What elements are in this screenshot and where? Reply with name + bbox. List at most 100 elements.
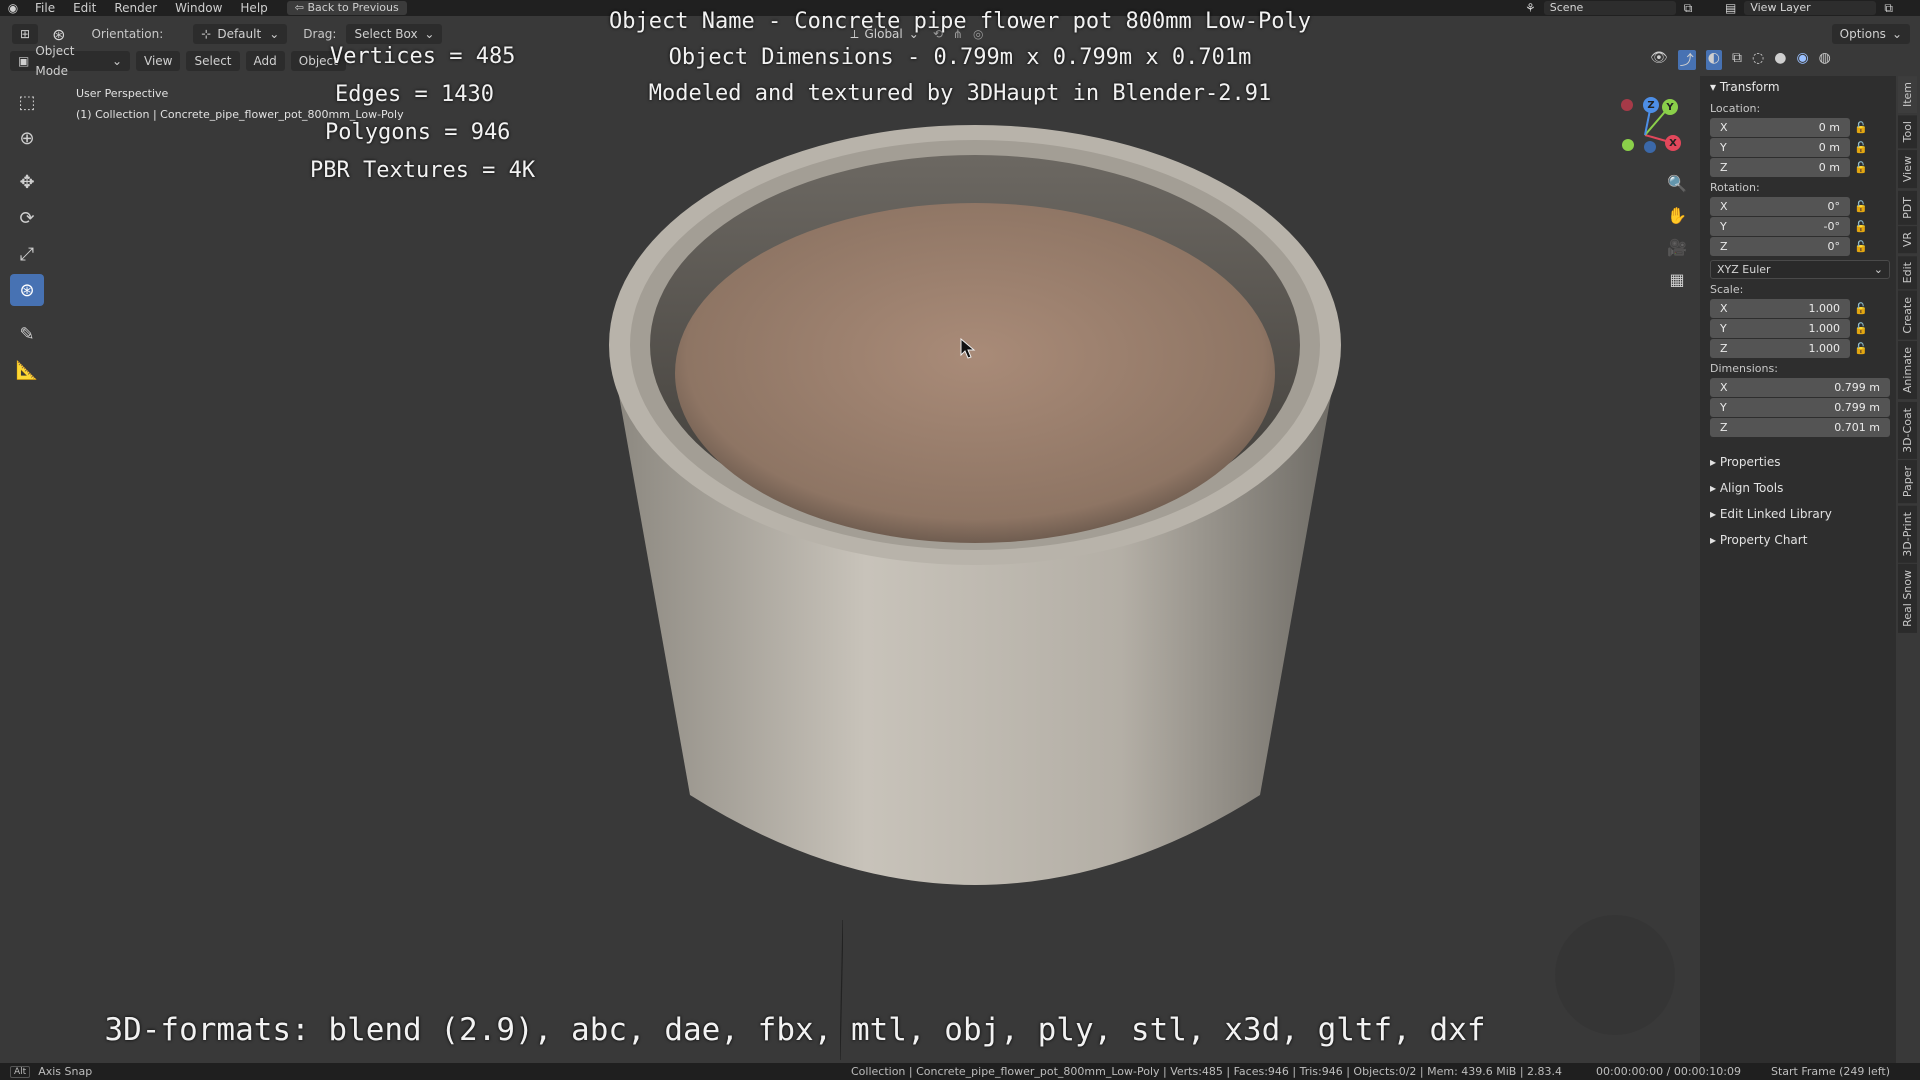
- start-frame-info: Start Frame (249 left): [1770, 1065, 1890, 1078]
- transform-panel-header[interactable]: ▾ Transform: [1700, 76, 1896, 98]
- tab-tool[interactable]: Tool: [1898, 115, 1917, 149]
- tab-3d-print[interactable]: 3D-Print: [1898, 505, 1917, 563]
- tab-animate[interactable]: Animate: [1898, 341, 1917, 400]
- gizmo-neg-y[interactable]: [1622, 139, 1634, 151]
- dimensions-x-field[interactable]: X 0.799 m: [1710, 377, 1890, 397]
- options-button[interactable]: Options ⌄: [1831, 24, 1910, 44]
- scale-z-field[interactable]: Z 1.000: [1710, 338, 1850, 358]
- editor-type-button[interactable]: ⊞: [12, 24, 39, 44]
- annotate-tool-icon[interactable]: ✎: [10, 318, 44, 350]
- vertices-stat: Vertices = 485: [330, 44, 516, 69]
- rotation-mode-dropdown[interactable]: XYZ Euler ⌄: [1710, 259, 1890, 279]
- xray-icon[interactable]: ⧉: [1732, 50, 1742, 70]
- scale-x-field[interactable]: X 1.000: [1710, 298, 1850, 318]
- align-tools-panel-header[interactable]: ▸ Align Tools: [1700, 475, 1896, 501]
- select-box-tool-icon[interactable]: ⬚: [10, 86, 44, 118]
- zoom-icon[interactable]: 🔍: [1664, 170, 1690, 196]
- gizmo-y-axis[interactable]: Y: [1662, 99, 1678, 115]
- tab-item[interactable]: Item: [1898, 76, 1917, 114]
- lock-icon[interactable]: 🔓: [1850, 302, 1872, 315]
- transform-tool-icon[interactable]: ⊛: [10, 274, 44, 306]
- dimensions-label: Dimensions:: [1710, 362, 1778, 375]
- mode-menu-row: ▣ Object Mode ⌄ View Select Add Object: [10, 44, 346, 78]
- edit-linked-library-panel-header[interactable]: ▸ Edit Linked Library: [1700, 501, 1896, 527]
- dimensions-x-row: X 0.799 m: [1710, 377, 1896, 397]
- menu-edit[interactable]: Edit: [64, 1, 105, 15]
- menu-select[interactable]: Select: [186, 51, 240, 71]
- scene-name-field[interactable]: Scene: [1543, 1, 1676, 15]
- viewport-shading-bar: 👁 ⤴ ◐ ⧉ ◌ ● ◉ ◍: [1650, 50, 1831, 70]
- lock-icon[interactable]: 🔓: [1850, 220, 1872, 233]
- lock-icon[interactable]: 🔓: [1850, 240, 1872, 253]
- lock-icon[interactable]: 🔓: [1850, 161, 1872, 174]
- visibility-icon[interactable]: 👁: [1650, 50, 1668, 70]
- lock-icon[interactable]: 🔓: [1850, 322, 1872, 335]
- menu-render[interactable]: Render: [105, 1, 166, 15]
- gizmo-z-axis[interactable]: Z: [1643, 97, 1659, 113]
- object-mode-icon: ▣: [18, 54, 30, 68]
- pan-hand-icon[interactable]: ✋: [1664, 202, 1690, 228]
- move-tool-icon[interactable]: ✥: [10, 166, 44, 198]
- cursor-tool-icon[interactable]: ⊕: [10, 122, 44, 154]
- lock-icon[interactable]: 🔓: [1850, 200, 1872, 213]
- tab-real-snow[interactable]: Real Snow: [1898, 564, 1917, 634]
- camera-view-icon[interactable]: 🎥: [1664, 234, 1690, 260]
- object-mode-dropdown[interactable]: ▣ Object Mode ⌄: [10, 44, 130, 78]
- lock-icon[interactable]: 🔓: [1850, 141, 1872, 154]
- dimensions-y-field[interactable]: Y 0.799 m: [1710, 397, 1890, 417]
- lock-icon[interactable]: 🔓: [1850, 121, 1872, 134]
- location-z-field[interactable]: Z0 m: [1710, 157, 1850, 177]
- tab-edit[interactable]: Edit: [1898, 255, 1917, 289]
- menu-view[interactable]: View: [136, 51, 181, 71]
- new-view-layer-icon[interactable]: ⧉: [1884, 1, 1893, 16]
- tab-vr[interactable]: VR: [1898, 226, 1917, 254]
- lock-icon[interactable]: 🔓: [1850, 342, 1872, 355]
- rotation-y-field[interactable]: Y -0°: [1710, 216, 1850, 236]
- menu-file[interactable]: File: [26, 1, 64, 15]
- ortho-grid-icon[interactable]: ▦: [1664, 266, 1690, 292]
- gizmo-toggle-icon[interactable]: ⤴: [1677, 50, 1696, 70]
- menu-window[interactable]: Window: [166, 1, 231, 15]
- wireframe-shading-icon[interactable]: ◌: [1752, 50, 1764, 70]
- material-shading-icon[interactable]: ◉: [1796, 50, 1808, 70]
- location-x-field[interactable]: X0 m: [1710, 117, 1850, 137]
- scale-label: Scale:: [1710, 283, 1744, 296]
- dimensions-z-field[interactable]: Z 0.701 m: [1710, 417, 1890, 437]
- new-scene-icon[interactable]: ⧉: [1684, 1, 1693, 16]
- rendered-shading-icon[interactable]: ◍: [1819, 50, 1831, 70]
- chevron-down-icon: ▾: [1710, 80, 1720, 94]
- navigation-gizmo[interactable]: X Y Z: [1605, 95, 1685, 175]
- scale-y-field[interactable]: Y 1.000: [1710, 318, 1850, 338]
- left-toolbar: ⬚ ⊕ ✥ ⟳ ⤢ ⊛ ✎ 📐: [10, 86, 46, 390]
- flower-pot-object[interactable]: [600, 95, 1350, 935]
- menu-help[interactable]: Help: [231, 1, 276, 15]
- location-y-field[interactable]: Y0 m: [1710, 137, 1850, 157]
- property-chart-panel-header[interactable]: ▸ Property Chart: [1700, 527, 1896, 553]
- gizmo-x-axis[interactable]: X: [1665, 135, 1681, 151]
- gizmo-neg-z[interactable]: [1644, 141, 1656, 153]
- properties-panel-header[interactable]: ▸ Properties: [1700, 449, 1896, 475]
- tab-create[interactable]: Create: [1898, 290, 1917, 340]
- rotation-x-field[interactable]: X 0°: [1710, 196, 1850, 216]
- sidebar-tabs: Item Tool View PDT VR Edit Create Animat…: [1898, 76, 1920, 676]
- scene-selector[interactable]: ⚘ Scene ⧉: [1525, 0, 1692, 16]
- tab-pdt[interactable]: PDT: [1898, 190, 1917, 225]
- rotation-z-field[interactable]: Z 0°: [1710, 236, 1850, 256]
- solid-shading-icon[interactable]: ●: [1774, 50, 1786, 70]
- overlay-toggle-icon[interactable]: ◐: [1705, 50, 1722, 70]
- scale-tool-icon[interactable]: ⤢: [10, 238, 44, 270]
- back-to-previous-button[interactable]: ⇦ Back to Previous: [286, 1, 407, 15]
- measure-tool-icon[interactable]: 📐: [10, 354, 44, 386]
- rotate-tool-icon[interactable]: ⟳: [10, 202, 44, 234]
- view-layer-field[interactable]: View Layer: [1744, 1, 1877, 15]
- location-label: Location:: [1710, 102, 1761, 115]
- blender-logo-icon[interactable]: ◉: [0, 1, 26, 15]
- view-layer-selector[interactable]: ▤ View Layer ⧉: [1725, 0, 1893, 16]
- polygons-stat: Polygons = 946: [325, 120, 511, 145]
- menu-add[interactable]: Add: [245, 51, 285, 71]
- tab-paper[interactable]: Paper: [1898, 460, 1917, 504]
- tab-3d-coat[interactable]: 3D-Coat: [1898, 401, 1917, 459]
- tab-view[interactable]: View: [1898, 150, 1917, 189]
- gizmo-neg-x[interactable]: [1621, 99, 1633, 111]
- orientation-dropdown[interactable]: ⊹ Default ⌄: [193, 24, 288, 44]
